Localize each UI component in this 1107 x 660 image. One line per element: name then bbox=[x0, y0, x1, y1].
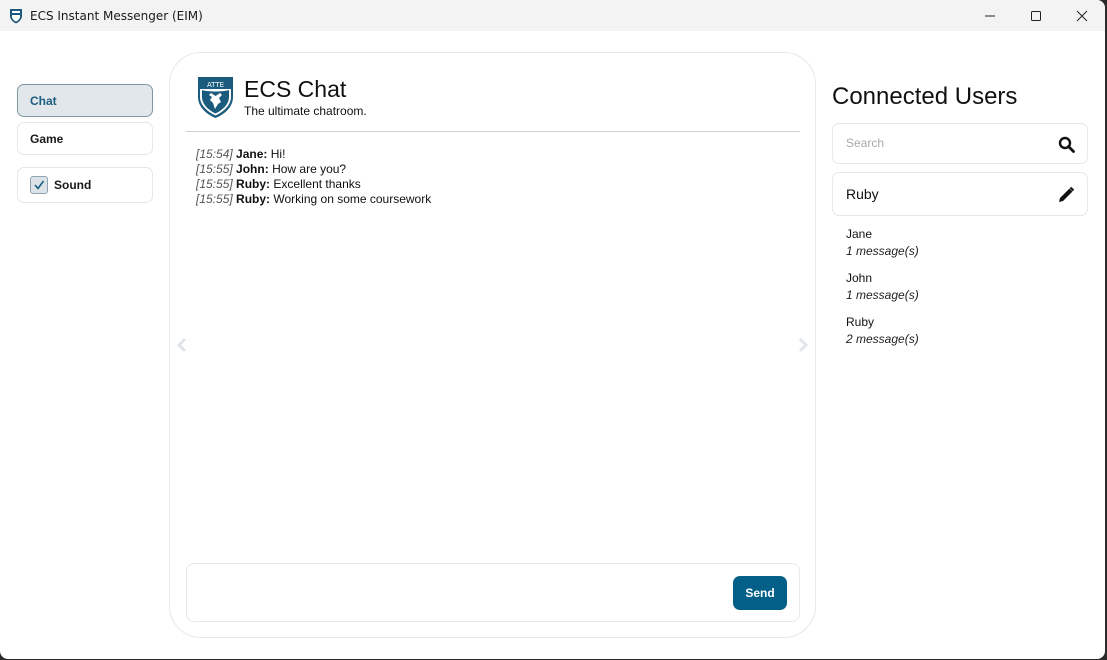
message-user: Jane: bbox=[236, 147, 268, 161]
sound-checkbox[interactable] bbox=[30, 176, 48, 194]
user-name: John bbox=[846, 271, 873, 285]
chat-panel: ATTE ECS Chat The ultimate chatroom. [15… bbox=[169, 52, 816, 638]
maximize-button[interactable] bbox=[1013, 0, 1059, 31]
message-text: Excellent thanks bbox=[273, 177, 361, 191]
app-window: ECS Instant Messenger (EIM) Chat Game So… bbox=[0, 0, 1105, 659]
user-list-item[interactable]: Ruby 2 message(s) bbox=[846, 314, 1088, 348]
sidebar-item-game[interactable]: Game bbox=[17, 122, 153, 155]
header-divider bbox=[186, 131, 800, 132]
message-time: [15:54] bbox=[196, 147, 233, 161]
pencil-icon[interactable] bbox=[1057, 186, 1075, 204]
user-message-count: 1 message(s) bbox=[846, 244, 919, 258]
send-button[interactable]: Send bbox=[733, 576, 787, 610]
message-user: Ruby: bbox=[236, 192, 271, 206]
users-title: Connected Users bbox=[832, 83, 1018, 110]
message-user: Ruby: bbox=[236, 177, 271, 191]
close-icon bbox=[1076, 10, 1088, 21]
ecs-shield-logo-icon: ATTE bbox=[198, 77, 233, 118]
chat-subtitle: The ultimate chatroom. bbox=[244, 104, 367, 118]
message-row: [15:55] Ruby: Excellent thanks bbox=[196, 177, 431, 192]
message-time: [15:55] bbox=[196, 162, 233, 176]
message-text: Working on some coursework bbox=[273, 192, 432, 206]
current-user-name: Ruby bbox=[846, 186, 879, 202]
svg-text:ATTE: ATTE bbox=[207, 81, 224, 89]
message-list: [15:54] Jane: Hi! [15:55] John: How are … bbox=[196, 147, 431, 207]
sound-label: Sound bbox=[54, 178, 92, 192]
message-time: [15:55] bbox=[196, 192, 233, 206]
search-icon[interactable] bbox=[1058, 136, 1075, 153]
chat-header: ATTE ECS Chat The ultimate chatroom. bbox=[197, 75, 367, 119]
sound-toggle[interactable]: Sound bbox=[17, 167, 153, 203]
message-row: [15:54] Jane: Hi! bbox=[196, 147, 431, 162]
message-text: How are you? bbox=[272, 162, 347, 176]
sidebar-item-chat[interactable]: Chat bbox=[17, 84, 153, 117]
minimize-icon bbox=[985, 15, 995, 16]
message-row: [15:55] John: How are you? bbox=[196, 162, 431, 177]
window-title: ECS Instant Messenger (EIM) bbox=[30, 8, 203, 23]
message-text: Hi! bbox=[270, 147, 286, 161]
title-bar: ECS Instant Messenger (EIM) bbox=[0, 0, 1105, 31]
maximize-icon bbox=[1031, 10, 1041, 21]
checkmark-icon bbox=[34, 180, 45, 190]
connected-users-panel: Connected Users Ruby Jane 1 message(s) J… bbox=[832, 82, 1088, 358]
user-search-box bbox=[832, 123, 1088, 164]
user-list-item[interactable]: Jane 1 message(s) bbox=[846, 226, 1088, 260]
message-user: John: bbox=[236, 162, 269, 176]
user-name: Jane bbox=[846, 227, 873, 241]
message-input[interactable] bbox=[195, 572, 725, 613]
user-list: Jane 1 message(s) John 1 message(s) Ruby… bbox=[832, 226, 1088, 348]
current-user-name-box[interactable]: Ruby bbox=[832, 172, 1088, 216]
compose-box: Send bbox=[186, 563, 800, 622]
sidebar: Chat Game Sound bbox=[17, 84, 153, 203]
chevron-right-icon[interactable] bbox=[796, 337, 810, 353]
chat-title: ECS Chat bbox=[244, 76, 347, 102]
user-list-item[interactable]: John 1 message(s) bbox=[846, 270, 1088, 304]
user-name: Ruby bbox=[846, 315, 875, 329]
close-button[interactable] bbox=[1059, 0, 1105, 31]
user-message-count: 2 message(s) bbox=[846, 332, 919, 346]
minimize-button[interactable] bbox=[967, 0, 1013, 31]
message-time: [15:55] bbox=[196, 177, 233, 191]
user-search-input[interactable] bbox=[846, 136, 1046, 150]
chevron-left-icon[interactable] bbox=[175, 337, 189, 353]
message-row: [15:55] Ruby: Working on some coursework bbox=[196, 192, 431, 207]
app-logo-icon bbox=[10, 8, 22, 23]
user-message-count: 1 message(s) bbox=[846, 288, 919, 302]
